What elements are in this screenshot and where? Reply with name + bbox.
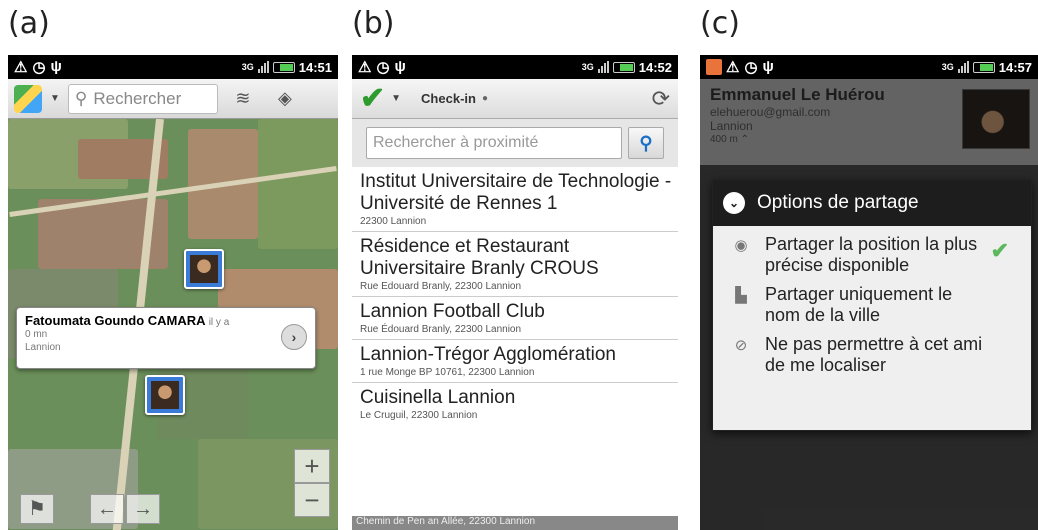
hidden-eye-icon: ⊘ [734, 337, 748, 354]
place-address: Le Cruguil, 22300 Lannion [360, 410, 478, 421]
warning-icon: ⚠ [358, 59, 372, 76]
callout-friend-name: Fatoumata Goundo CAMARA [25, 313, 206, 328]
callout-city: Lannion [25, 342, 61, 353]
search-icon: ⚲ [74, 88, 88, 108]
option-city-only[interactable]: ▙ Partager uniquement le nom de la ville [713, 280, 1031, 330]
battery-icon [272, 61, 295, 73]
option-label: Ne pas permettre à cet ami de me localis… [765, 334, 983, 375]
panel-label-c: (c) [700, 6, 740, 41]
clock-icon: ◷ [32, 59, 46, 76]
my-location-icon[interactable]: ◈ [268, 88, 302, 109]
status-time: 14:57 [998, 59, 1032, 75]
place-name: Lannion-Trégor Agglomération [360, 344, 616, 365]
status-bar: ⚠ ◷ ψ 3G 14:52 [352, 55, 678, 79]
status-icons: ⚠ ◷ ψ [14, 58, 62, 76]
list-item[interactable]: Lannion Football Club Rue Édouard Branly… [352, 297, 678, 340]
place-name: Résidence et Restaurant Universitaire Br… [360, 236, 599, 279]
refresh-icon[interactable]: ⟳ [652, 86, 670, 112]
network-type: 3G [941, 62, 954, 72]
callout-time-prefix: il y a [208, 317, 230, 328]
status-bar: ⚠ ◷ ψ 3G 14:51 [8, 55, 338, 79]
next-button[interactable]: → [126, 494, 160, 524]
network-type: 3G [581, 62, 594, 72]
place-name: Cuisinella Lannion [360, 387, 516, 408]
chevron-right-icon[interactable]: › [281, 324, 307, 350]
dialog-header: ⌄ Options de partage [713, 180, 1031, 226]
warning-icon: ⚠ [14, 59, 28, 76]
nearby-search-bar: Rechercher à proximité ⚲ [352, 119, 678, 167]
map-field [258, 119, 338, 249]
list-item[interactable]: Résidence et Restaurant Universitaire Br… [352, 232, 678, 297]
battery-icon [612, 61, 635, 73]
map-search-placeholder: Rechercher [93, 88, 182, 108]
option-precise-location[interactable]: ◉ Partager la position la plus précise d… [713, 230, 1031, 280]
network-type: 3G [241, 62, 254, 72]
phone-screen-sharing: ⚠ ◷ ψ 3G 14:57 Emmanuel Le Huérou elehuero… [700, 55, 1038, 530]
sharing-options-dialog: ⌄ Options de partage ◉ Partager la posit… [712, 179, 1032, 431]
place-address: Rue Édouard Branly, 22300 Lannion [360, 324, 522, 335]
notification-icon [706, 59, 722, 75]
chevron-down-icon: ⌄ [723, 192, 745, 214]
nearby-search-input[interactable]: Rechercher à proximité [366, 127, 622, 159]
checkin-title: Check-in [421, 91, 476, 106]
place-name: Institut Universitaire de Technologie - … [360, 171, 672, 214]
clock-icon: ◷ [376, 59, 390, 76]
friend-avatar [190, 255, 218, 283]
place-address: 22300 Lannion [360, 216, 427, 227]
place-name: Lannion Football Club [360, 301, 545, 322]
panel-label-a: (a) [8, 6, 50, 41]
info-icon: ● [481, 93, 488, 104]
status-time: 14:52 [638, 59, 672, 75]
list-item[interactable]: Institut Universitaire de Technologie - … [352, 167, 678, 232]
battery-icon [972, 61, 995, 73]
map-view[interactable]: Fatoumata Goundo CAMARA il y a 0 mn Lann… [8, 119, 338, 530]
panel-label-b: (b) [352, 6, 395, 41]
layers-icon[interactable]: ≋ [226, 88, 260, 109]
precise-location-icon: ◉ [734, 237, 748, 254]
signal-icon [257, 61, 269, 73]
selected-check-icon: ✔ [990, 238, 1009, 263]
status-time: 14:51 [298, 59, 332, 75]
option-label: Partager la position la plus précise dis… [765, 234, 978, 275]
warning-icon: ⚠ [726, 59, 740, 76]
dropdown-caret-icon[interactable]: ▼ [50, 93, 60, 104]
checkin-toolbar: ✔ ▼ Check-in ● ⟳ [352, 79, 678, 119]
user-avatar [151, 381, 179, 409]
map-toolbar: ▼ ⚲ Rechercher ≋ ◈ [8, 79, 338, 119]
place-address: 1 rue Monge BP 10761, 22300 Lannion [360, 367, 535, 378]
option-hide-location[interactable]: ⊘ Ne pas permettre à cet ami de me local… [713, 330, 1031, 380]
city-icon: ▙ [735, 287, 747, 304]
usb-icon: ψ [394, 58, 406, 75]
friend-location-marker[interactable] [184, 249, 224, 289]
dialog-title: Options de partage [757, 192, 919, 213]
signal-icon [597, 61, 609, 73]
usb-icon: ψ [762, 58, 774, 75]
user-location-marker[interactable] [145, 375, 185, 415]
checkmark-icon[interactable]: ✔ [360, 83, 385, 114]
places-list: Institut Universitaire de Technologie - … [352, 167, 678, 425]
place-address: Rue Edouard Branly, 22300 Lannion [360, 281, 522, 292]
friend-callout[interactable]: Fatoumata Goundo CAMARA il y a 0 mn Lann… [16, 307, 316, 369]
previous-button[interactable]: ← [90, 494, 124, 524]
zoom-in-button[interactable]: + [294, 449, 330, 483]
zoom-out-button[interactable]: − [294, 483, 330, 517]
search-icon[interactable]: ⚲ [628, 127, 664, 159]
dropdown-caret-icon[interactable]: ▼ [391, 93, 401, 104]
status-bar: ⚠ ◷ ψ 3G 14:57 [700, 55, 1038, 79]
usb-icon: ψ [50, 58, 62, 75]
list-item[interactable]: Cuisinella Lannion Le Cruguil, 22300 Lan… [352, 383, 678, 425]
street-view-icon[interactable]: ⚑ [20, 494, 54, 524]
clock-icon: ◷ [744, 59, 758, 76]
signal-icon [957, 61, 969, 73]
map-search-input[interactable]: ⚲ Rechercher [67, 83, 218, 114]
callout-time: 0 mn [25, 329, 48, 340]
phone-screen-checkin: ⚠ ◷ ψ 3G 14:52 ✔ ▼ Check-in ● ⟳ Rechercher… [352, 55, 678, 530]
phone-screen-map: ⚠ ◷ ψ 3G 14:51 ▼ ⚲ Rechercher ≋ ◈ Fatoum… [8, 55, 338, 530]
maps-app-icon[interactable] [14, 84, 42, 113]
next-place-preview[interactable]: Chemin de Pen an Allée, 22300 Lannion [352, 516, 678, 530]
option-label: Partager uniquement le nom de la ville [765, 284, 953, 325]
list-item[interactable]: Lannion-Trégor Agglomération 1 rue Monge… [352, 340, 678, 383]
